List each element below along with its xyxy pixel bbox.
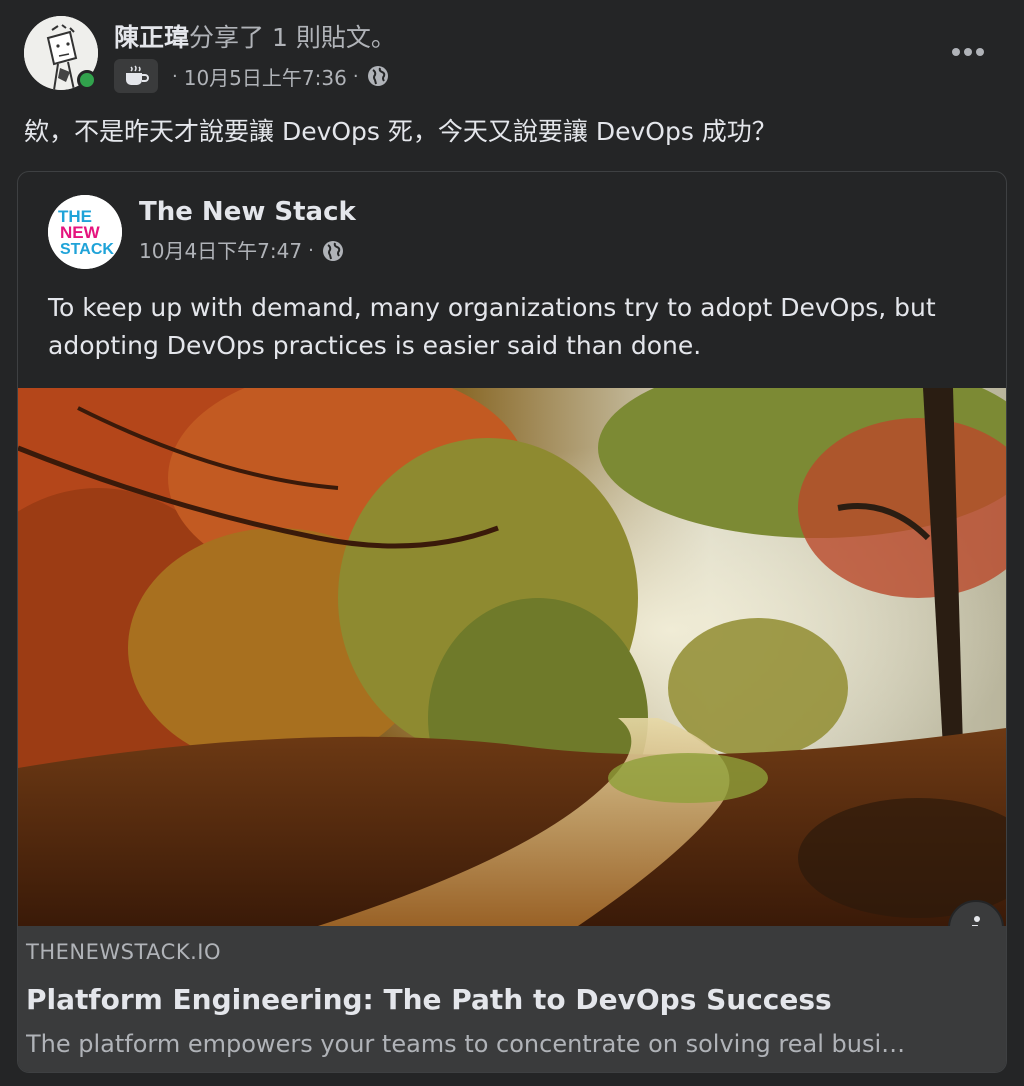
post-header: 陳正瑋分享了 1 則貼文。 [114, 18, 396, 58]
shared-post-card[interactable]: THE NEW STACK The New Stack 10月4日下午7:47 … [17, 171, 1007, 1073]
globe-icon [322, 240, 344, 262]
meta-separator: · [352, 65, 359, 87]
link-description: The platform empowers your teams to conc… [26, 1030, 906, 1058]
autumn-forest-path-image [18, 388, 1006, 926]
shared-post-text: To keep up with demand, many organizatio… [48, 293, 936, 360]
share-action-text: 分享了 1 則貼文。 [189, 23, 396, 52]
shared-post-meta: 10月4日下午7:47 · [139, 236, 344, 266]
more-options-button[interactable] [944, 32, 992, 72]
the-new-stack-logo: THE NEW STACK [48, 195, 122, 269]
logo-line: STACK [60, 241, 114, 258]
page-name[interactable]: The New Stack [139, 194, 356, 230]
link-title[interactable]: Platform Engineering: The Path to DevOps… [26, 980, 832, 1020]
link-preview[interactable]: THENEWSTACK.IO Platform Engineering: The… [18, 926, 1006, 1072]
shared-post-timestamp[interactable]: 10月4日下午7:47 [139, 236, 302, 266]
logo-line: NEW [60, 223, 101, 242]
globe-icon [367, 65, 389, 87]
article-image[interactable] [18, 388, 1006, 926]
meta-separator: · [308, 240, 314, 261]
author-name[interactable]: 陳正瑋 [114, 23, 189, 52]
online-status-dot [77, 70, 97, 90]
post-text: 欸，不是昨天才說要讓 DevOps 死，今天又說要讓 DevOps 成功？ [24, 117, 777, 146]
post-timestamp[interactable]: 10月5日上午7:36 [184, 62, 347, 91]
link-domain: THENEWSTACK.IO [26, 940, 221, 964]
more-options-icon [952, 48, 984, 56]
coffee-cup-icon [114, 59, 158, 93]
page-logo[interactable]: THE NEW STACK [48, 195, 122, 269]
meta-separator: · [172, 65, 178, 87]
post-meta: · 10月5日上午7:36 · [114, 58, 389, 94]
